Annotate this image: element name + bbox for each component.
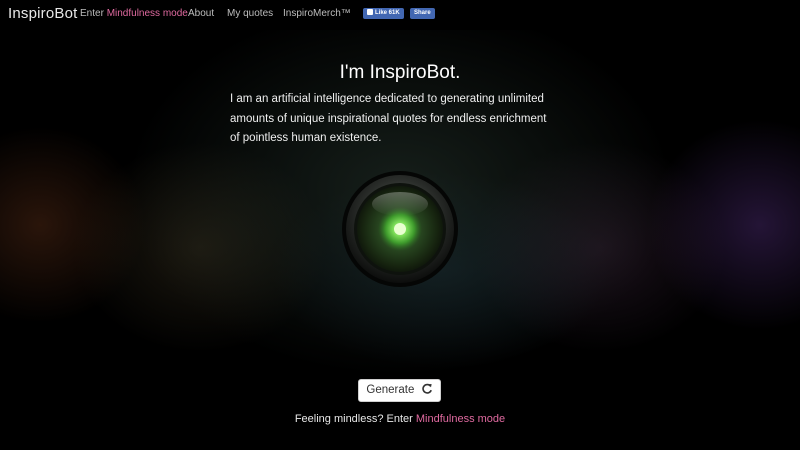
refresh-icon	[421, 383, 432, 394]
nav-merch-link[interactable]: InspiroMerch™	[283, 8, 351, 19]
mindfulness-prompt: Feeling mindless? Enter Mindfulness mode	[0, 413, 800, 425]
page-title: I'm InspiroBot.	[339, 62, 461, 83]
page: InspiroBot Enter Mindfulness mode About …	[0, 0, 800, 450]
facebook-share-button[interactable]: Share	[410, 8, 435, 19]
nav-my-quotes-link[interactable]: My quotes	[227, 8, 273, 19]
footer-mindfulness-link[interactable]: Mindfulness mode	[416, 413, 505, 425]
top-nav: InspiroBot Enter Mindfulness mode About …	[0, 0, 800, 30]
thumbs-up-icon	[367, 8, 373, 15]
nav-mindfulness-prefix: Enter	[80, 8, 107, 19]
generate-button[interactable]: Generate	[358, 379, 441, 402]
nav-mindfulness-link[interactable]: Enter Mindfulness mode	[80, 8, 188, 19]
nav-about-link[interactable]: About	[188, 8, 214, 19]
nav-mindfulness-label: Mindfulness mode	[106, 8, 188, 19]
brand-logo[interactable]: InspiroBot	[8, 5, 78, 22]
facebook-like-button[interactable]: Like 61K	[363, 8, 404, 19]
mindfulness-prompt-text: Feeling mindless? Enter	[294, 413, 416, 425]
intro-text: I am an artificial intelligence dedicate…	[230, 93, 547, 144]
generate-label: Generate	[366, 384, 415, 396]
facebook-like-label: Like 61K	[375, 10, 400, 16]
bot-eye-icon	[342, 171, 458, 287]
